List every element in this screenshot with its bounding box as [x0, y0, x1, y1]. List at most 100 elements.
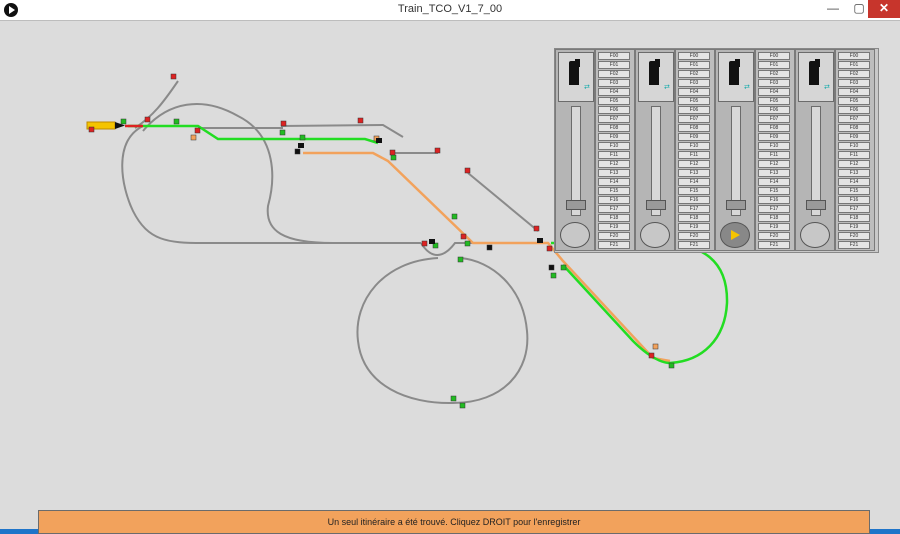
function-key[interactable]: F11: [758, 150, 790, 160]
function-key[interactable]: F13: [678, 168, 710, 178]
function-key[interactable]: F05: [678, 96, 710, 106]
function-key[interactable]: F06: [678, 105, 710, 115]
function-key[interactable]: F16: [838, 195, 870, 205]
function-key[interactable]: F14: [838, 177, 870, 187]
function-key[interactable]: F16: [758, 195, 790, 205]
function-key[interactable]: F13: [598, 168, 630, 178]
throttle-controller-4[interactable]: ⇄ F00 F01 F02 F03 F04 F05 F06 F07 F08 F0…: [794, 49, 875, 251]
function-key[interactable]: F03: [838, 78, 870, 88]
function-key[interactable]: F10: [838, 141, 870, 151]
function-key[interactable]: F08: [838, 123, 870, 133]
function-key[interactable]: F03: [758, 78, 790, 88]
function-key[interactable]: F06: [598, 105, 630, 115]
function-key[interactable]: F15: [678, 186, 710, 196]
function-key[interactable]: F13: [758, 168, 790, 178]
function-key[interactable]: F11: [678, 150, 710, 160]
function-key[interactable]: F12: [678, 159, 710, 169]
play-dial[interactable]: [800, 222, 830, 248]
function-key[interactable]: F10: [758, 141, 790, 151]
function-key[interactable]: F12: [838, 159, 870, 169]
train-marker[interactable]: [86, 121, 143, 130]
function-key[interactable]: F07: [598, 114, 630, 124]
function-key[interactable]: F02: [598, 69, 630, 79]
function-key[interactable]: F08: [598, 123, 630, 133]
function-key[interactable]: F13: [838, 168, 870, 178]
function-key[interactable]: F18: [678, 213, 710, 223]
function-key[interactable]: F09: [678, 132, 710, 142]
function-key[interactable]: F01: [838, 60, 870, 70]
function-key[interactable]: F04: [758, 87, 790, 97]
function-key[interactable]: F20: [678, 231, 710, 241]
function-key[interactable]: F18: [598, 213, 630, 223]
function-key[interactable]: F18: [758, 213, 790, 223]
function-key[interactable]: F03: [678, 78, 710, 88]
function-key[interactable]: F09: [838, 132, 870, 142]
function-key[interactable]: F12: [598, 159, 630, 169]
throttle-controller-3[interactable]: ⇄ F00 F01 F02 F03 F04 F05 F06 F07 F08 F0…: [714, 49, 795, 251]
speed-slider-knob[interactable]: [566, 200, 586, 210]
track-diagram-area[interactable]: ⇄ F00 F01 F02 F03 F04 F05 F06 F07 F08 F0…: [3, 21, 897, 534]
play-dial[interactable]: [560, 222, 590, 248]
close-button[interactable]: ✕: [868, 0, 900, 18]
play-dial[interactable]: [640, 222, 670, 248]
function-key[interactable]: F01: [678, 60, 710, 70]
function-key[interactable]: F00: [598, 52, 630, 61]
function-key[interactable]: F07: [758, 114, 790, 124]
function-key[interactable]: F16: [678, 195, 710, 205]
play-icon[interactable]: [720, 222, 750, 248]
function-key[interactable]: F01: [598, 60, 630, 70]
function-key[interactable]: F12: [758, 159, 790, 169]
function-key[interactable]: F20: [758, 231, 790, 241]
function-key[interactable]: F19: [758, 222, 790, 232]
function-key[interactable]: F02: [758, 69, 790, 79]
function-key[interactable]: F04: [678, 87, 710, 97]
function-key[interactable]: F07: [838, 114, 870, 124]
function-key[interactable]: F10: [598, 141, 630, 151]
throttle-controller-2[interactable]: ⇄ F00 F01 F02 F03 F04 F05 F06 F07 F08 F0…: [634, 49, 715, 251]
minimize-button[interactable]: —: [820, 0, 846, 18]
speed-slider-knob[interactable]: [806, 200, 826, 210]
function-key[interactable]: F11: [598, 150, 630, 160]
function-key[interactable]: F16: [598, 195, 630, 205]
function-key[interactable]: F07: [678, 114, 710, 124]
function-key[interactable]: F05: [758, 96, 790, 106]
function-key[interactable]: F18: [838, 213, 870, 223]
function-key[interactable]: F06: [838, 105, 870, 115]
function-key[interactable]: F21: [598, 240, 630, 250]
switch-points[interactable]: [298, 138, 560, 247]
function-key[interactable]: F05: [598, 96, 630, 106]
function-key[interactable]: F02: [678, 69, 710, 79]
throttle-controller-1[interactable]: ⇄ F00 F01 F02 F03 F04 F05 F06 F07 F08 F0…: [554, 49, 635, 251]
function-key[interactable]: F17: [678, 204, 710, 214]
function-key[interactable]: F14: [678, 177, 710, 187]
function-key[interactable]: F03: [598, 78, 630, 88]
function-key[interactable]: F17: [598, 204, 630, 214]
function-key[interactable]: F15: [758, 186, 790, 196]
function-key[interactable]: F19: [678, 222, 710, 232]
function-key[interactable]: F06: [758, 105, 790, 115]
function-key[interactable]: F04: [838, 87, 870, 97]
function-key[interactable]: F17: [758, 204, 790, 214]
function-key[interactable]: F04: [598, 87, 630, 97]
speed-slider-knob[interactable]: [646, 200, 666, 210]
function-key[interactable]: F08: [678, 123, 710, 133]
function-key[interactable]: F00: [838, 52, 870, 61]
function-key[interactable]: F00: [678, 52, 710, 61]
function-key[interactable]: F20: [598, 231, 630, 241]
function-key[interactable]: F09: [598, 132, 630, 142]
function-key[interactable]: F15: [598, 186, 630, 196]
function-key[interactable]: F21: [838, 240, 870, 250]
speed-slider-knob[interactable]: [726, 200, 746, 210]
function-key[interactable]: F05: [838, 96, 870, 106]
function-key[interactable]: F02: [838, 69, 870, 79]
function-key[interactable]: F10: [678, 141, 710, 151]
function-key[interactable]: F14: [598, 177, 630, 187]
function-key[interactable]: F11: [838, 150, 870, 160]
function-key[interactable]: F20: [838, 231, 870, 241]
function-key[interactable]: F15: [838, 186, 870, 196]
function-key[interactable]: F14: [758, 177, 790, 187]
function-key[interactable]: F17: [838, 204, 870, 214]
function-key[interactable]: F21: [758, 240, 790, 250]
function-key[interactable]: F09: [758, 132, 790, 142]
function-key[interactable]: F00: [758, 52, 790, 61]
